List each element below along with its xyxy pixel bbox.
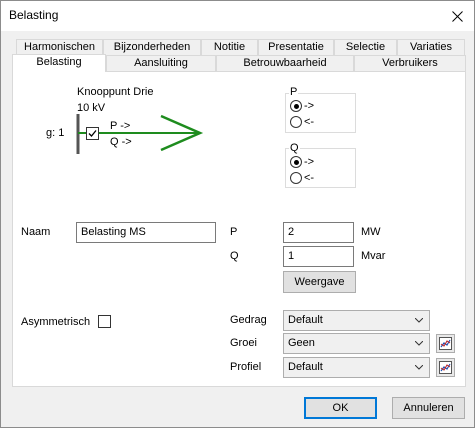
q-group-title: Q: [289, 142, 300, 154]
check-icon: [88, 130, 97, 137]
radio-icon: [290, 116, 302, 128]
p-group-title: P: [289, 86, 299, 98]
close-icon: [451, 10, 463, 22]
dialog-window: Belasting Harmonischen Bijzonderheden No…: [0, 0, 475, 428]
radio-selected-icon: [290, 100, 302, 112]
diagram-switch-checkbox[interactable]: [86, 127, 99, 140]
naam-label: Naam: [21, 226, 51, 238]
radio-icon: [290, 172, 302, 184]
groei-chart-button[interactable]: [436, 334, 455, 353]
groei-value: Geen: [288, 337, 315, 349]
tab-presentatie[interactable]: Presentatie: [258, 39, 334, 55]
tab-notitie[interactable]: Notitie: [201, 39, 258, 55]
q-arrow-label: Q ->: [110, 136, 132, 148]
p-unit: MW: [361, 226, 381, 238]
asymmetrisch-checkbox[interactable]: [98, 315, 111, 328]
p-input[interactable]: 2: [283, 222, 354, 243]
p-forward-radio[interactable]: ->: [290, 99, 314, 113]
q-back-label: <-: [304, 172, 315, 184]
title-bar: Belasting: [1, 1, 474, 31]
naam-input[interactable]: Belasting MS: [76, 222, 216, 243]
profiel-chart-button[interactable]: [436, 358, 455, 377]
q-back-radio[interactable]: <-: [290, 171, 314, 185]
q-forward-radio[interactable]: ->: [290, 155, 314, 169]
q-unit: Mvar: [361, 250, 386, 262]
tab-verbruikers[interactable]: Verbruikers: [354, 55, 466, 72]
p-forward-label: ->: [304, 100, 315, 112]
asymmetrisch-label: Asymmetrisch: [21, 316, 91, 328]
tab-bijzonderheden[interactable]: Bijzonderheden: [103, 39, 201, 55]
profiel-value: Default: [288, 361, 323, 373]
node-voltage: 10 kV: [77, 102, 106, 114]
weergave-button[interactable]: Weergave: [283, 271, 356, 293]
p-arrow-label: P ->: [110, 120, 131, 132]
groei-select[interactable]: Geen: [283, 333, 430, 354]
p-back-radio[interactable]: <-: [290, 115, 314, 129]
tab-belasting[interactable]: Belasting: [12, 54, 106, 72]
chevron-down-icon: [415, 341, 423, 346]
p-label: P: [230, 226, 238, 238]
tab-panel: Knooppunt Drie 10 kV g: 1 P -> Q -> P ->…: [12, 71, 466, 387]
window-title: Belasting: [9, 8, 59, 22]
p-back-label: <-: [304, 116, 315, 128]
q-label: Q: [230, 250, 239, 262]
tab-variaties[interactable]: Variaties: [397, 39, 465, 55]
g-label: g: 1: [46, 127, 65, 139]
cancel-button[interactable]: Annuleren: [392, 397, 465, 419]
ok-button[interactable]: OK: [304, 397, 377, 419]
tab-betrouwbaarheid[interactable]: Betrouwbaarheid: [216, 55, 354, 72]
gedrag-value: Default: [288, 314, 323, 326]
gedrag-label: Gedrag: [230, 314, 267, 326]
groei-label: Groei: [230, 337, 257, 349]
chevron-down-icon: [415, 318, 423, 323]
q-forward-label: ->: [304, 156, 315, 168]
close-button[interactable]: [440, 1, 474, 31]
gedrag-select[interactable]: Default: [283, 310, 430, 331]
chart-icon: [439, 337, 452, 350]
q-input[interactable]: 1: [283, 246, 354, 267]
chevron-down-icon: [415, 365, 423, 370]
tab-selectie[interactable]: Selectie: [334, 39, 397, 55]
profiel-select[interactable]: Default: [283, 357, 430, 378]
tab-harmonischen[interactable]: Harmonischen: [16, 39, 103, 55]
profiel-label: Profiel: [230, 361, 262, 373]
chart-icon: [439, 361, 452, 374]
radio-selected-icon: [290, 156, 302, 168]
node-name: Knooppunt Drie: [77, 86, 154, 98]
tab-aansluiting[interactable]: Aansluiting: [106, 55, 216, 72]
